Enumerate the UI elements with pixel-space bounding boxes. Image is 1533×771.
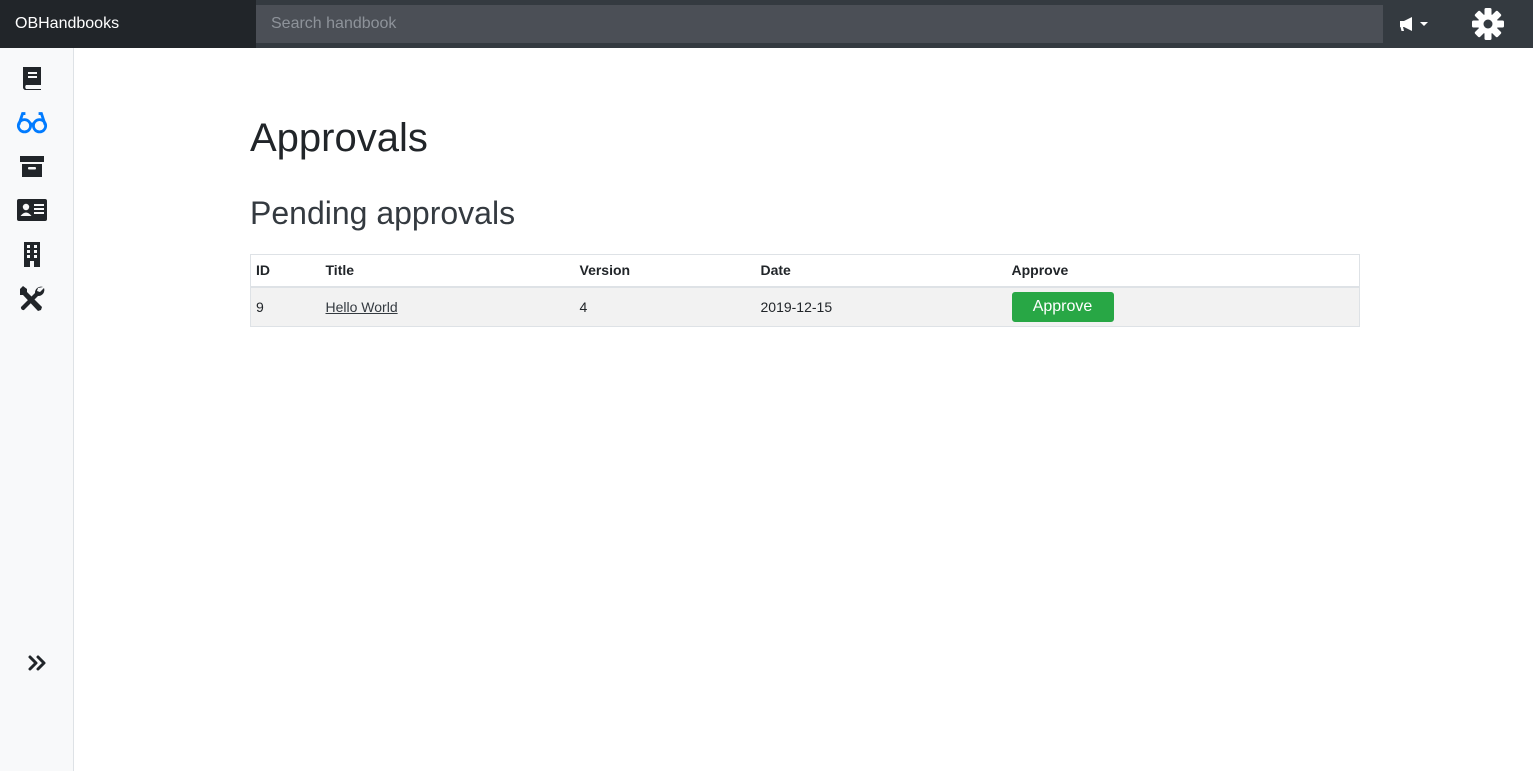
chevron-down-icon: [1420, 22, 1428, 26]
sidebar-item-handbooks[interactable]: [16, 62, 48, 94]
cell-id: 9: [250, 286, 321, 327]
table-row: 9 Hello World 4 2019-12-15 Approve: [250, 286, 1360, 327]
megaphone-icon: [1400, 17, 1412, 31]
cell-approve: Approve: [1006, 286, 1360, 327]
column-header-version: Version: [574, 254, 756, 288]
cell-date: 2019-12-15: [755, 286, 1007, 327]
handbook-title-link[interactable]: Hello World: [326, 299, 398, 315]
book-icon: [22, 67, 41, 90]
sidebar-item-archive[interactable]: [16, 150, 48, 182]
tools-icon: [20, 286, 45, 311]
column-header-title: Title: [320, 254, 575, 288]
cell-title: Hello World: [320, 286, 575, 327]
building-icon: [24, 242, 40, 267]
column-header-approve: Approve: [1006, 254, 1360, 288]
column-header-date: Date: [755, 254, 1007, 288]
angle-double-right-icon: [28, 655, 46, 671]
approvals-table: ID Title Version Date Approve 9 Hello Wo…: [250, 254, 1360, 327]
id-card-icon: [17, 199, 47, 221]
search-input[interactable]: [256, 5, 1383, 43]
sidebar-expand-button[interactable]: [26, 652, 48, 674]
sidebar: [0, 48, 74, 771]
cell-version: 4: [574, 286, 756, 327]
archive-icon: [20, 156, 44, 177]
settings-button[interactable]: [1470, 6, 1506, 42]
app-brand[interactable]: OBHandbooks: [0, 0, 256, 48]
sidebar-item-approvals[interactable]: [16, 106, 48, 138]
sidebar-item-organization[interactable]: [16, 238, 48, 270]
table-header-row: ID Title Version Date Approve: [250, 254, 1360, 288]
gear-icon: [1472, 8, 1504, 40]
sidebar-item-contacts[interactable]: [16, 194, 48, 226]
glasses-icon: [16, 112, 48, 134]
top-navbar: OBHandbooks: [0, 0, 1533, 48]
sidebar-item-tools[interactable]: [16, 282, 48, 314]
approve-button[interactable]: Approve: [1011, 291, 1114, 322]
announcements-dropdown[interactable]: [1398, 14, 1430, 36]
column-header-id: ID: [250, 254, 321, 288]
page-title: Approvals: [250, 116, 428, 160]
section-title: Pending approvals: [250, 195, 516, 231]
